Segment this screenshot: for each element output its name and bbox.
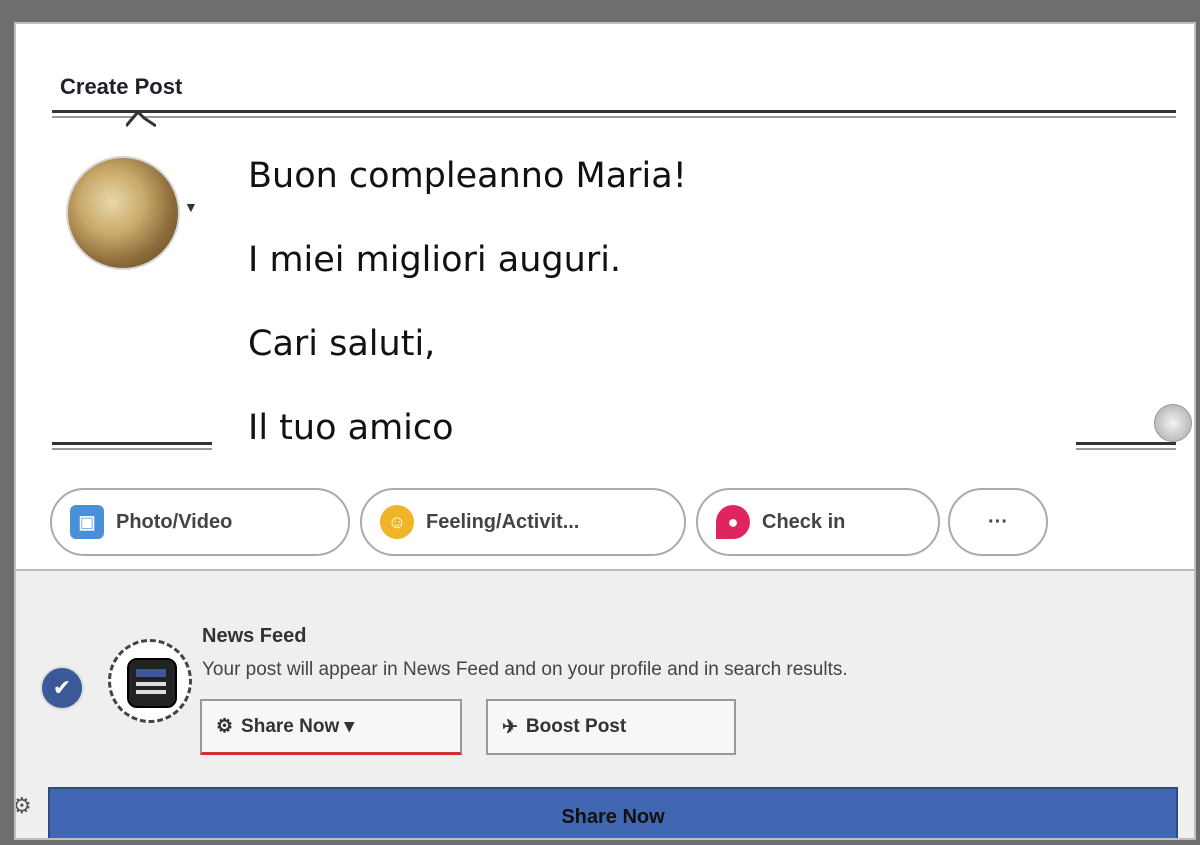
post-composer-text[interactable]: Buon compleanno Maria! I miei migliori a… xyxy=(228,156,1108,470)
composer-line: Cari saluti, xyxy=(248,324,436,364)
header-divider xyxy=(52,110,1176,113)
checkmark-icon[interactable]: ✔ xyxy=(40,666,84,710)
header-divider-shadow xyxy=(52,116,1176,118)
more-icon: ··· xyxy=(988,510,1008,533)
news-feed-icon xyxy=(108,639,192,723)
news-feed-title: News Feed xyxy=(202,625,307,647)
boost-post-label: Boost Post xyxy=(525,716,627,737)
check-in-label: Check in xyxy=(762,510,846,533)
composer-line: Il tuo amico xyxy=(248,408,454,448)
share-now-menu-label: Share Now ▾ xyxy=(241,716,355,737)
dialog-title: Create Post xyxy=(60,74,183,99)
composer-line: Buon compleanno Maria! xyxy=(248,156,687,196)
location-pin-icon: ● xyxy=(716,505,750,539)
chevron-down-icon[interactable]: ▼ xyxy=(184,200,206,214)
composer-divider-right-shadow xyxy=(1076,448,1176,450)
boost-post-button[interactable]: ✈ Boost Post xyxy=(486,699,736,755)
share-options-panel: ✔ News Feed Your post will appear in New… xyxy=(16,569,1194,838)
settings-icon[interactable]: ⚙ xyxy=(16,793,32,819)
emoji-icon[interactable] xyxy=(1154,404,1192,442)
more-options-button[interactable]: ··· xyxy=(948,488,1048,556)
feeling-icon: ☺ xyxy=(380,505,414,539)
check-in-button[interactable]: ● Check in xyxy=(696,488,940,556)
composer-divider-right xyxy=(1076,442,1176,445)
tab-notch-icon xyxy=(126,109,156,128)
gear-icon: ⚙ xyxy=(216,716,234,737)
feeling-activity-button[interactable]: ☺ Feeling/Activit... xyxy=(360,488,686,556)
feeling-activity-label: Feeling/Activit... xyxy=(426,510,580,533)
news-feed-description: Your post will appear in News Feed and o… xyxy=(202,659,848,680)
share-now-button[interactable]: Share Now xyxy=(48,787,1178,838)
create-post-dialog: Create Post ▼ Buon compleanno Maria! I m… xyxy=(14,22,1196,840)
photo-video-label: Photo/Video xyxy=(116,510,233,533)
composer-divider-left-shadow xyxy=(52,448,212,450)
share-now-menu-button[interactable]: ⚙ Share Now ▾ xyxy=(200,699,462,755)
composer-line: I miei migliori auguri. xyxy=(248,240,622,280)
avatar[interactable] xyxy=(66,156,180,270)
photo-video-button[interactable]: ▣ Photo/Video xyxy=(50,488,350,556)
composer-divider-left xyxy=(52,442,212,445)
boost-icon: ✈ xyxy=(502,716,518,738)
photo-icon: ▣ xyxy=(70,505,104,539)
